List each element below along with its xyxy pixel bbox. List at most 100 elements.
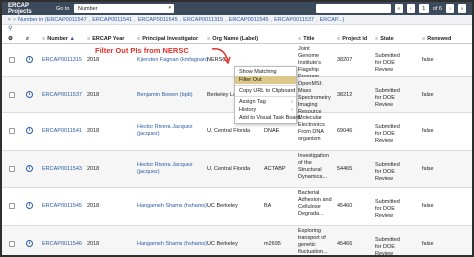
top-bar: ERCAP Projects Go to Number ▾ « ‹ 1 of 6… (2, 2, 472, 15)
title-cell: Molecular Electronics From DNA organism (298, 115, 325, 142)
search-icon[interactable]: ⌕ (26, 36, 29, 43)
org-cell: U. Central Florida (207, 128, 251, 134)
breadcrumb-item[interactable]: ERCAP0011541 (92, 17, 132, 23)
info-icon[interactable]: i (26, 202, 33, 209)
info-icon[interactable]: i (26, 56, 33, 63)
table-row[interactable]: i ERCAP0011545 2018 Hangameh Shams (hsha… (2, 188, 472, 226)
label-cell: m2695 (264, 241, 281, 247)
breadcrumb-item[interactable]: ERCAP0011537 (274, 17, 314, 23)
renewed-cell: false (422, 128, 434, 134)
column-header-title[interactable]: ≡ Title (298, 36, 314, 42)
menu-item-filter-out[interactable]: Filter Out (235, 76, 296, 84)
org-cell: UC Berkeley (207, 203, 238, 209)
column-header-project-id[interactable]: ≡ Project id (337, 36, 367, 42)
number-link[interactable]: ERCAP0011537 (42, 92, 82, 99)
chevron-right-icon: › (291, 107, 293, 113)
table-row[interactable]: i ERCAP0011546 2018 Hangameh Shams (hsha… (2, 226, 472, 257)
menu-item-copy-url[interactable]: Copy URL to Clipboard (235, 87, 296, 95)
number-link[interactable]: ERCAP0011541 (42, 128, 82, 135)
search-input[interactable] (315, 4, 391, 13)
row-checkbox[interactable] (9, 57, 15, 63)
menu-item-assign-tag[interactable]: Assign Tag › (235, 98, 296, 106)
info-icon[interactable]: i (26, 165, 33, 172)
column-header-number[interactable]: ≡ Number ▲ (42, 36, 75, 42)
last-page-button[interactable]: » (458, 4, 466, 13)
annotation-arrow-icon (211, 48, 231, 65)
info-icon[interactable]: i (26, 127, 33, 134)
project-id-cell: 54465 (337, 166, 353, 172)
table-header: ⚙ ⌕ ≡ Number ▲ ≡ ERCAP Year ≡ Principal Inv… (2, 33, 472, 44)
label-cell: ACTABP (264, 166, 286, 172)
number-link[interactable]: ERCAP0011546 (42, 241, 82, 248)
column-header-pi[interactable]: ≡ Principal Investigator (137, 36, 198, 42)
breadcrumb-item[interactable]: Number in (ERCAP0011547 (18, 17, 87, 23)
row-checkbox[interactable] (9, 241, 15, 247)
state-cell: Submitted for DOE Review (375, 237, 400, 257)
filter-icon[interactable]: ⚲ (8, 25, 12, 32)
breadcrumb-item[interactable]: ERCAP0011545 (138, 17, 178, 23)
menu-item-show-matching[interactable]: Show Matching (235, 68, 296, 76)
chevron-right-icon: › (291, 99, 293, 105)
state-cell: Submitted for DOE Review (375, 88, 400, 108)
goto-label: Go to (56, 5, 70, 12)
funnel-icon: ▿ (8, 16, 11, 23)
pi-link[interactable]: Hector Rivera Jacquez (jacquez) (137, 162, 197, 176)
org-cell: U. Central Florida (207, 166, 251, 172)
first-page-button[interactable]: « (394, 4, 403, 13)
table-row[interactable]: i ERCAP0011543 2018 Hector Rivera Jacque… (2, 151, 472, 188)
app-window: ERCAP Projects Go to Number ▾ « ‹ 1 of 6… (0, 0, 474, 257)
year-cell: 2018 (87, 203, 100, 209)
row-checkbox[interactable] (9, 92, 15, 98)
gear-icon[interactable]: ⚙ (8, 36, 13, 42)
row-checkbox[interactable] (9, 203, 15, 209)
menu-item-history[interactable]: History › (235, 106, 296, 114)
title-cell: Joint Genome Institute's Flagship Progra… (298, 46, 322, 80)
next-page-button[interactable]: › (446, 4, 454, 13)
breadcrumb-item[interactable]: ERCAP0011545 (229, 17, 269, 23)
annotation-text: Filter Out PIs from NERSC (95, 46, 189, 55)
year-cell: 2018 (87, 241, 100, 247)
pi-link[interactable]: Hangameh Shams (hshams) (137, 241, 207, 248)
row-checkbox[interactable] (9, 166, 15, 172)
sort-arrow-icon: ▲ (69, 36, 75, 42)
page-number-input[interactable]: 1 (418, 4, 429, 13)
breadcrumb-item[interactable]: ERCAP0011315 (183, 17, 223, 23)
breadcrumb-item[interactable]: ERCAP...) (320, 17, 345, 23)
renewed-cell: false (422, 166, 434, 172)
year-cell: 2018 (87, 57, 100, 63)
pi-link[interactable]: Kjiersten Fagnan (kmfagnan) (137, 57, 208, 64)
menu-divider (235, 96, 296, 97)
column-header-renewed[interactable]: ≡ Renewed (422, 36, 451, 42)
column-header-state[interactable]: ≡ State (375, 36, 394, 42)
year-cell: 2018 (87, 166, 100, 172)
renewed-cell: false (422, 203, 434, 209)
pi-link[interactable]: Benjamin Bowen (bpb) (137, 92, 193, 99)
project-id-cell: 38207 (337, 57, 353, 63)
number-link[interactable]: ERCAP0011543 (42, 166, 82, 173)
label-cell: DNAE (264, 128, 280, 134)
project-id-cell: 69046 (337, 128, 353, 134)
state-cell: Submitted for DOE Review (375, 199, 400, 219)
info-icon[interactable]: i (26, 91, 33, 98)
renewed-cell: false (422, 57, 434, 63)
title-cell: OpenMSI: Mass Spectrometry Imaging Resou… (298, 81, 331, 115)
title-cell: Exploring transport of genetic fluctuati… (298, 228, 328, 255)
column-header-year[interactable]: ≡ ERCAP Year (87, 36, 124, 42)
menu-divider (235, 85, 296, 86)
renewed-cell: false (422, 241, 434, 247)
year-cell: 2018 (87, 92, 100, 98)
pagination: « ‹ 1 of 6 › » (315, 4, 466, 13)
project-id-cell: 45460 (337, 203, 353, 209)
project-id-cell: 45466 (337, 241, 353, 247)
prev-page-button[interactable]: ‹ (406, 4, 415, 13)
number-link[interactable]: ERCAP0011315 (42, 57, 82, 64)
pi-link[interactable]: Hector Rivera Jacquez (jacquez) (137, 124, 197, 138)
page-total-label: of 6 (432, 5, 442, 12)
goto-field-select[interactable]: Number ▾ (74, 4, 174, 13)
info-icon[interactable]: i (26, 240, 33, 247)
column-header-org[interactable]: ≡ Org Name (Label) (207, 36, 258, 42)
number-link[interactable]: ERCAP0011545 (42, 203, 82, 210)
row-checkbox[interactable] (9, 128, 15, 134)
menu-item-add-to-vtb[interactable]: Add to Visual Task Board (235, 114, 300, 122)
pi-link[interactable]: Hangameh Shams (hshams) (137, 203, 207, 210)
